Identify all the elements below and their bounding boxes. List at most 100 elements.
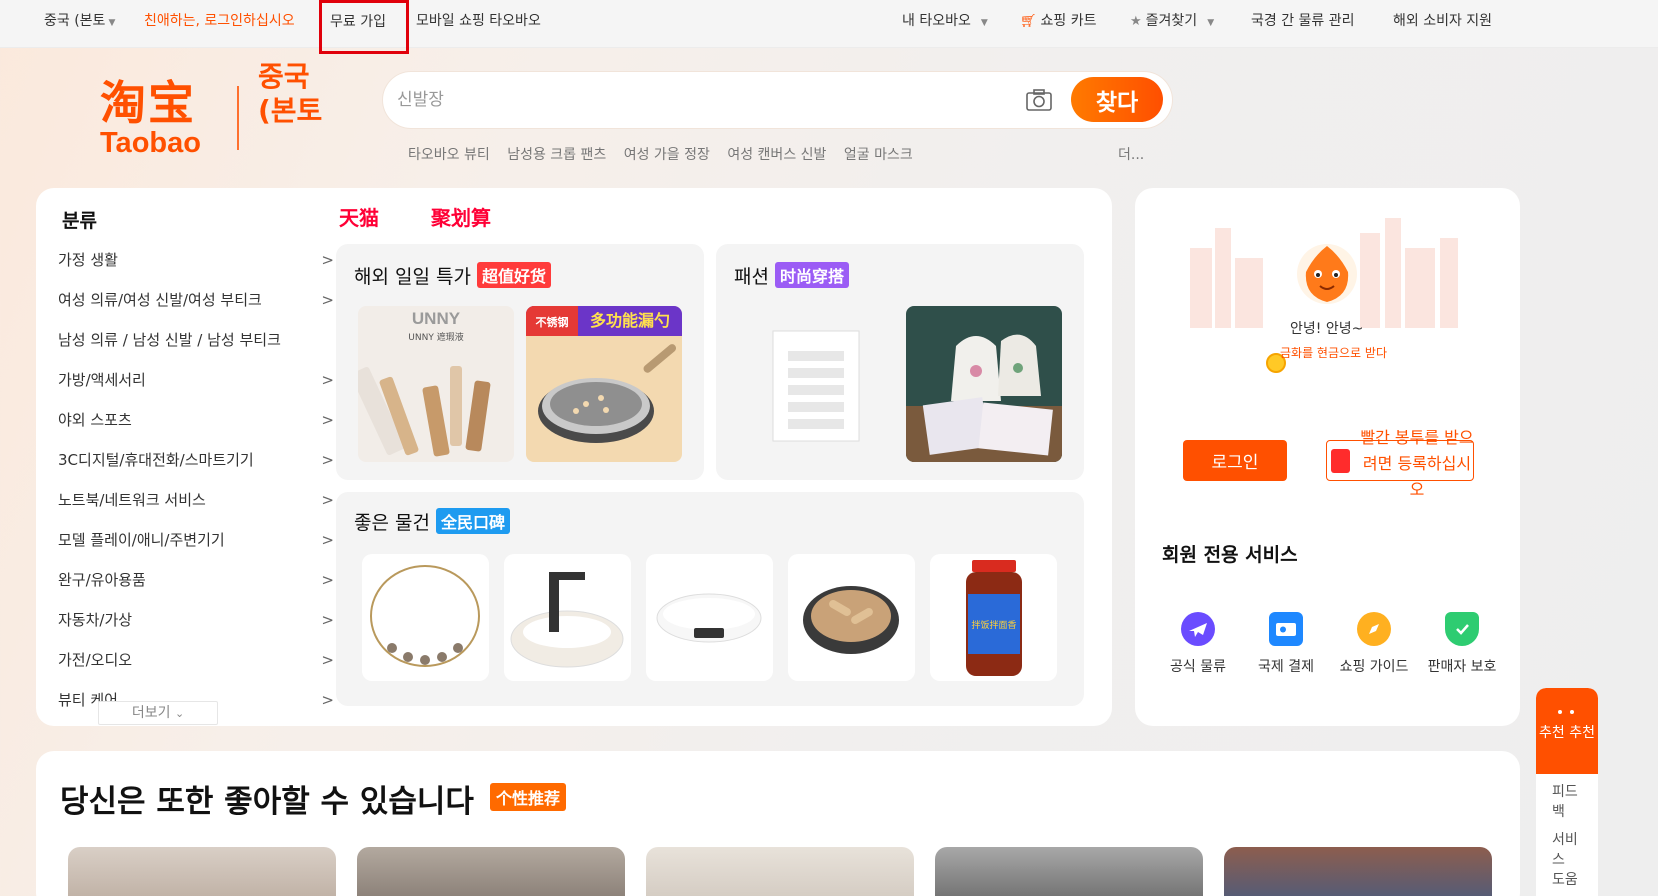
- user-card: 안녕! 안녕~ 금화를 현금으로 받다 로그인 빨간 봉투를 받으려면 등록하십…: [1135, 188, 1520, 726]
- product-thumb-nails[interactable]: [738, 306, 894, 462]
- hotword[interactable]: 여성 캔버스 신발: [727, 147, 826, 163]
- fashion-panel[interactable]: 패션 时尚穿搭: [716, 244, 1084, 480]
- product-thumb-scale[interactable]: [646, 554, 773, 681]
- service-payment[interactable]: 국제 결제: [1244, 612, 1328, 676]
- chevron-down-icon: ▼: [1207, 18, 1215, 28]
- chevron-right-icon: >: [321, 371, 334, 389]
- juhuasuan-link[interactable]: 聚划算: [431, 202, 491, 231]
- category-item[interactable]: 야외 스포츠 >: [58, 410, 334, 450]
- taobao-logo[interactable]: 淘宝 Taobao: [100, 78, 220, 168]
- service-guide[interactable]: 쇼핑 가이드: [1332, 612, 1416, 676]
- category-item[interactable]: 가전/오디오 >: [58, 650, 334, 690]
- mascot-avatar: [1297, 244, 1357, 304]
- category-item[interactable]: 가정 생활 >: [58, 250, 334, 290]
- category-label: 여성 의류/여성 신발/여성 부티크: [58, 291, 262, 309]
- hotword[interactable]: 얼굴 마스크: [844, 147, 913, 163]
- compass-icon: [1357, 612, 1391, 646]
- my-taobao-menu[interactable]: 내 타오바오 ▼: [902, 10, 988, 30]
- feed-item-image[interactable]: [68, 847, 336, 896]
- category-item[interactable]: 3C디지털/휴대전화/스마트기기 >: [58, 450, 334, 490]
- product-thumb-sauce[interactable]: 拌饭拌面香: [930, 554, 1057, 681]
- product-thumb-sink[interactable]: [504, 554, 631, 681]
- feed-item-image[interactable]: [1224, 847, 1492, 896]
- category-label: 야외 스포츠: [58, 411, 132, 429]
- category-label: 3C디지털/휴대전화/스마트기기: [58, 451, 254, 469]
- necklace-image: [370, 565, 480, 667]
- logistics-link[interactable]: 국경 간 물류 관리: [1251, 10, 1355, 30]
- unny-concealer-image: UNNY UNNY 遮瑕液: [358, 306, 514, 462]
- logo-divider: [237, 86, 239, 150]
- service-logistics[interactable]: 공식 물류: [1156, 612, 1240, 676]
- nail-pack-image: [738, 306, 894, 462]
- camera-icon[interactable]: [1025, 88, 1053, 112]
- search-bar: 찾다: [383, 72, 1172, 128]
- category-item[interactable]: 남성 의류 / 남성 신발 / 남성 부티크: [58, 330, 334, 370]
- search-button[interactable]: 찾다: [1071, 77, 1163, 122]
- mobile-taobao-link[interactable]: 모바일 쇼핑 타오바오: [416, 10, 541, 30]
- panel-title-text: 좋은 물건: [354, 512, 430, 534]
- product-thumb-unny[interactable]: UNNY UNNY 遮瑕液: [358, 306, 514, 462]
- wallet-icon: [1269, 612, 1303, 646]
- recommend-section: 당신은 또한 좋아할 수 있습니다 个性推荐: [36, 751, 1520, 896]
- category-item[interactable]: 완구/유아용품 >: [58, 570, 334, 610]
- favorites-menu[interactable]: ★ 즐겨찾기 ▼: [1130, 10, 1214, 30]
- unny-sub: UNNY 遮瑕液: [408, 331, 463, 343]
- feed-item-image[interactable]: [646, 847, 914, 896]
- category-item[interactable]: 여성 의류/여성 신발/여성 부티크 >: [58, 290, 334, 330]
- category-label: 가전/오디오: [58, 651, 133, 669]
- hotword[interactable]: 타오바오 뷰티: [408, 147, 490, 163]
- category-item[interactable]: 노트북/네트워크 서비스 >: [58, 490, 334, 530]
- goods-panel[interactable]: 좋은 물건 全民口碑 拌饭拌面香: [336, 492, 1084, 706]
- deals-panel[interactable]: 해외 일일 특가 超值好货 UNNY UNNY 遮瑕液 不锈钢 多功能漏勺: [336, 244, 704, 480]
- category-label: 완구/유아용품: [58, 571, 146, 589]
- feed-item-image[interactable]: [357, 847, 625, 896]
- logo-cn: 淘宝: [100, 76, 196, 130]
- favorites-label: 즐겨찾기: [1145, 13, 1198, 29]
- chevron-right-icon: >: [321, 291, 334, 309]
- panel-title: 좋은 물건 全民口碑: [354, 508, 510, 535]
- service-label: 공식 물류: [1170, 659, 1226, 675]
- logo-en: Taobao: [100, 127, 201, 159]
- product-thumb-ginseng[interactable]: [788, 554, 915, 681]
- category-item[interactable]: 가방/액세서리 >: [58, 370, 334, 410]
- search-input[interactable]: [397, 86, 997, 114]
- service-protection[interactable]: 판매자 보호: [1420, 612, 1504, 676]
- main-card: 분류 가정 생활 > 여성 의류/여성 신발/여성 부티크 > 남성 의류 / 남성…: [36, 188, 1112, 726]
- feedback-link[interactable]: 피드백: [1536, 782, 1580, 822]
- product-thumb-pan[interactable]: 不锈钢 多功能漏勺: [526, 306, 682, 462]
- login-link[interactable]: 친애하는, 로그인하십시오: [144, 10, 295, 30]
- panel-tag: 全民口碑: [435, 508, 510, 534]
- red-packet-button[interactable]: 빨간 봉투를 받으려면 등록하십시오: [1326, 428, 1474, 499]
- product-thumb-necklace[interactable]: [362, 554, 489, 681]
- unny-brand: UNNY: [412, 309, 461, 328]
- category-label: 모델 플레이/애니/주변기기: [58, 531, 225, 549]
- feed-item-image[interactable]: [935, 847, 1203, 896]
- category-label: 가정 생활: [58, 251, 118, 269]
- service-help-link[interactable]: 서비스 도움: [1536, 830, 1580, 890]
- panel-title-text: 패션: [734, 266, 769, 288]
- chevron-right-icon: >: [321, 451, 334, 469]
- signup-link[interactable]: 무료 가입: [319, 0, 409, 54]
- chevron-right-icon: >: [321, 571, 334, 589]
- login-button[interactable]: 로그인: [1183, 440, 1287, 481]
- chevron-down-icon: ⌄: [174, 707, 185, 720]
- hotword[interactable]: 여성 가을 정장: [624, 147, 710, 163]
- category-label: 가방/액세서리: [58, 371, 146, 389]
- hotwords-more[interactable]: 더...: [1118, 144, 1144, 164]
- panel-title: 해외 일일 특가 超值好货: [354, 262, 551, 289]
- region-selector[interactable]: 중국 (본토 ▼: [44, 10, 115, 30]
- coins-link[interactable]: 금화를 현금으로 받다: [1280, 346, 1400, 361]
- airplane-icon: [1181, 612, 1215, 646]
- red-packet-label: 빨간 봉투를 받으려면 등록하십시오: [1360, 428, 1474, 499]
- signup-label: 무료 가입: [330, 14, 386, 30]
- support-link[interactable]: 해외 소비자 지원: [1393, 10, 1492, 30]
- hotword[interactable]: 남성용 크롭 팬츠: [507, 147, 606, 163]
- category-item[interactable]: 자동차/가상 >: [58, 610, 334, 650]
- tmall-link[interactable]: 天猫: [339, 202, 379, 231]
- category-item[interactable]: 모델 플레이/애니/주변기기 >: [58, 530, 334, 570]
- product-thumb-pouches[interactable]: [906, 306, 1062, 462]
- region-title: 중국 (본토: [258, 60, 323, 127]
- chevron-right-icon: >: [321, 411, 334, 429]
- cart-link[interactable]: 🛒︎ 쇼핑 카트: [1020, 10, 1097, 30]
- category-more-button[interactable]: 더보기 ⌄: [98, 701, 218, 725]
